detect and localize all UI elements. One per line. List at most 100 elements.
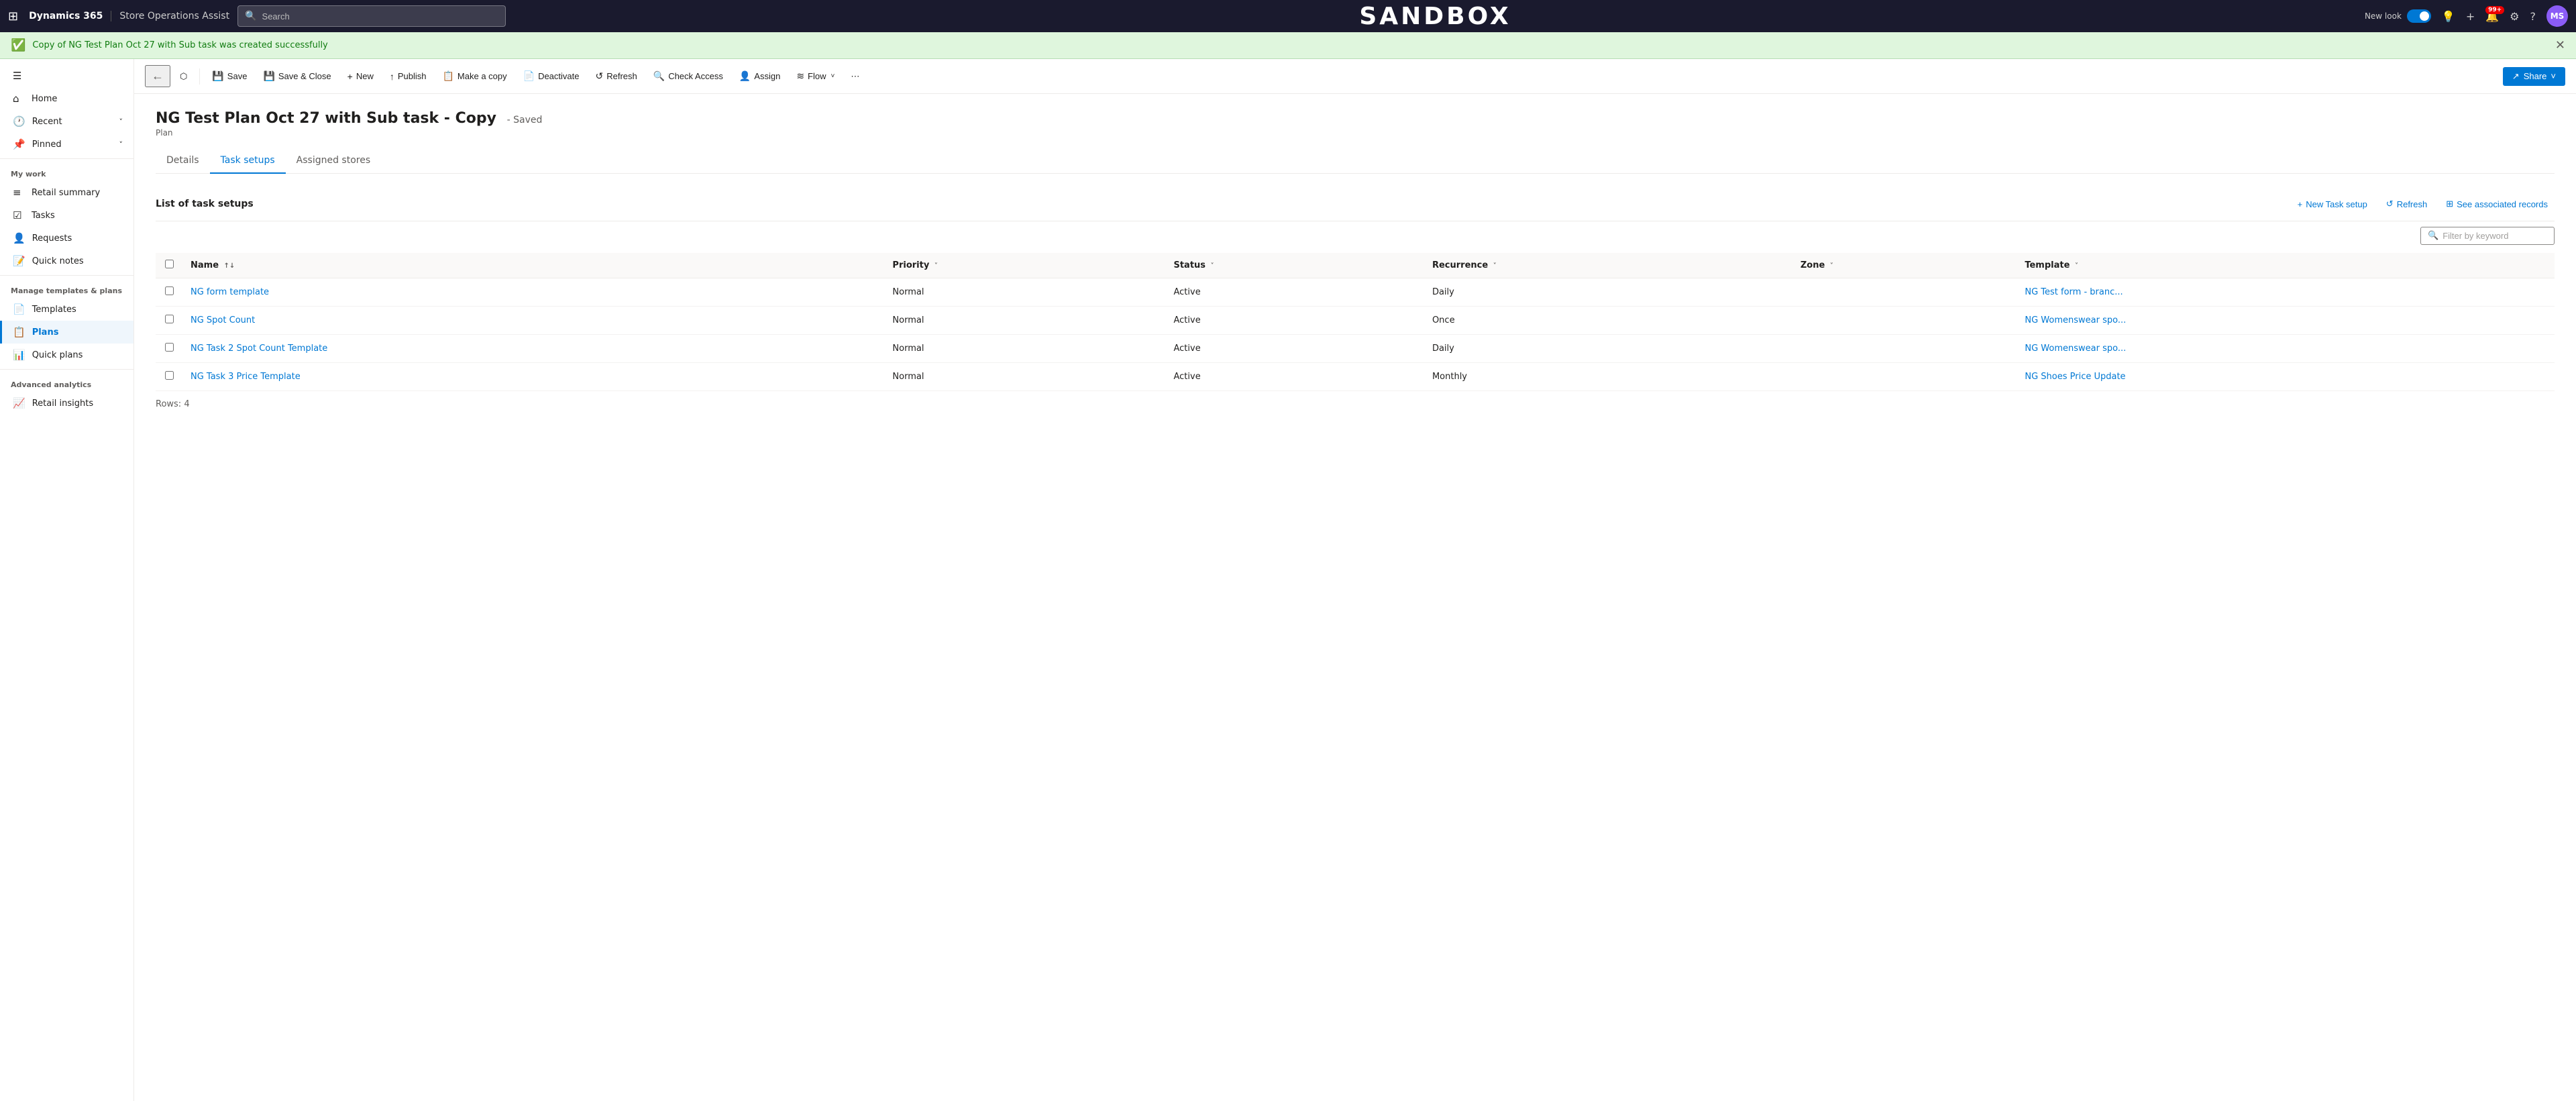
row-template-link[interactable]: NG Womenswear spo... [2025,315,2126,325]
row-name-link[interactable]: NG Spot Count [191,315,255,325]
save-button[interactable]: 💾 Save [205,66,254,86]
row-checkbox[interactable] [165,286,174,295]
col-header-zone[interactable]: Zone ˅ [1792,253,2017,278]
row-template-link[interactable]: NG Womenswear spo... [2025,344,2126,354]
sidebar-item-plans[interactable]: 📋 Plans [0,321,133,344]
col-header-template[interactable]: Template ˅ [2017,253,2555,278]
sidebar-item-home[interactable]: ⌂ Home [0,87,133,110]
row-recurrence-cell: Monthly [1424,363,1792,391]
list-title: List of task setups [156,199,2283,209]
row-name-link[interactable]: NG form template [191,287,269,297]
tab-task-setups[interactable]: Task setups [210,148,286,174]
row-priority-cell: Normal [884,363,1165,391]
tab-details[interactable]: Details [156,148,210,174]
sidebar-item-label: Templates [32,305,76,315]
row-checkbox[interactable] [165,343,174,352]
make-copy-button[interactable]: 📋 Make a copy [435,66,513,86]
restore-button[interactable]: ⬡ [173,67,194,86]
top-nav-right: New look 💡 + 🔔 99+ ⚙ ? MS [2365,5,2568,27]
row-checkbox[interactable] [165,315,174,323]
sidebar-item-pinned[interactable]: 📌 Pinned ˅ [0,133,133,156]
sidebar-item-quick-plans[interactable]: 📊 Quick plans [0,344,133,366]
row-template-cell: NG Test form - branc... [2017,278,2555,307]
search-input[interactable] [262,11,499,21]
col-header-recurrence[interactable]: Recurrence ˅ [1424,253,1792,278]
avatar[interactable]: MS [2546,5,2568,27]
sidebar-item-quick-notes[interactable]: 📝 Quick notes [0,250,133,272]
divider [0,275,133,276]
filter-input[interactable] [2443,231,2547,241]
col-header-status[interactable]: Status ˅ [1165,253,1424,278]
brand-label: Dynamics 365 [29,11,103,21]
assign-button[interactable]: 👤 Assign [733,66,787,86]
see-associated-button[interactable]: ⊞ See associated records [2439,195,2555,213]
sidebar-item-label: Quick notes [32,256,84,266]
refresh-button[interactable]: ↺ Refresh [588,66,643,86]
content-area: NG Test Plan Oct 27 with Sub task - Copy… [134,94,2576,1101]
waffle-icon[interactable]: ⊞ [8,9,18,23]
help-icon[interactable]: ? [2530,10,2536,23]
row-zone-cell [1792,335,2017,363]
row-checkbox-cell[interactable] [156,363,182,391]
assign-label: Assign [754,71,780,81]
row-checkbox[interactable] [165,371,174,380]
top-nav: ⊞ Dynamics 365 Store Operations Assist 🔍… [0,0,2576,32]
new-look-switch[interactable] [2407,9,2431,23]
row-template-link[interactable]: NG Test form - branc... [2025,287,2123,297]
sidebar-item-retail-summary[interactable]: ≡ Retail summary [0,181,133,204]
check-access-button[interactable]: 🔍 Check Access [647,66,730,86]
row-status-cell: Active [1165,278,1424,307]
save-icon: 💾 [212,70,223,82]
notifications-icon[interactable]: 🔔 99+ [2485,10,2499,23]
row-name-link[interactable]: NG Task 3 Price Template [191,372,301,382]
refresh-label: Refresh [606,71,637,81]
tab-assigned-stores[interactable]: Assigned stores [286,148,381,174]
row-checkbox-cell[interactable] [156,278,182,307]
sidebar-item-recent[interactable]: 🕐 Recent ˅ [0,110,133,133]
page-title-text: NG Test Plan Oct 27 with Sub task - Copy [156,110,496,127]
more-options-button[interactable]: ⋯ [844,67,866,86]
sidebar-item-tasks[interactable]: ☑ Tasks [0,204,133,227]
sort-icon: ˅ [1493,262,1497,270]
filter-input-container[interactable]: 🔍 [2420,227,2555,245]
col-header-name[interactable]: Name ↑↓ [182,253,884,278]
select-all-header[interactable] [156,253,182,278]
notif-close-button[interactable]: ✕ [2555,38,2565,52]
select-all-checkbox[interactable] [165,260,174,268]
sidebar-item-label: Tasks [32,211,55,221]
col-header-priority[interactable]: Priority ˅ [884,253,1165,278]
sidebar-item-retail-insights[interactable]: 📈 Retail insights [0,392,133,415]
col-zone-label: Zone [1801,260,1825,270]
new-button[interactable]: + New [341,67,380,86]
quick-plans-icon: 📊 [13,349,25,361]
sidebar-item-templates[interactable]: 📄 Templates [0,298,133,321]
row-checkbox-cell[interactable] [156,307,182,335]
deactivate-button[interactable]: 📄 Deactivate [517,66,586,86]
row-checkbox-cell[interactable] [156,335,182,363]
new-task-setup-button[interactable]: + New Task setup [2291,196,2374,213]
search-bar[interactable]: 🔍 [237,5,506,27]
row-name-link[interactable]: NG Task 2 Spot Count Template [191,344,327,354]
search-icon: 🔍 [245,11,256,21]
list-refresh-button[interactable]: ↺ Refresh [2379,195,2434,213]
sidebar-item-label: Retail insights [32,399,93,409]
row-template-cell: NG Womenswear spo... [2017,307,2555,335]
plus-icon[interactable]: + [2466,10,2475,23]
share-button[interactable]: ↗ Share ˅ [2503,67,2565,86]
sidebar-collapse-button[interactable]: ☰ [0,64,133,87]
save-close-button[interactable]: 💾 Save & Close [256,66,337,86]
back-button[interactable]: ← [145,65,170,87]
sidebar-item-requests[interactable]: 👤 Requests [0,227,133,250]
lightbulb-icon[interactable]: 💡 [2442,10,2455,23]
tabs: Details Task setups Assigned stores [156,148,2555,174]
chevron-down-icon: ˅ [119,117,123,126]
assign-icon: 👤 [739,70,751,82]
new-look-toggle[interactable]: New look [2365,9,2431,23]
chevron-down-icon: ˅ [119,140,123,149]
settings-icon[interactable]: ⚙ [2510,10,2519,23]
flow-button[interactable]: ≋ Flow ˅ [790,66,841,86]
publish-button[interactable]: ↑ Publish [383,67,433,86]
new-task-setup-label: New Task setup [2306,199,2367,209]
row-template-link[interactable]: NG Shoes Price Update [2025,372,2125,382]
see-associated-label: See associated records [2457,199,2548,209]
